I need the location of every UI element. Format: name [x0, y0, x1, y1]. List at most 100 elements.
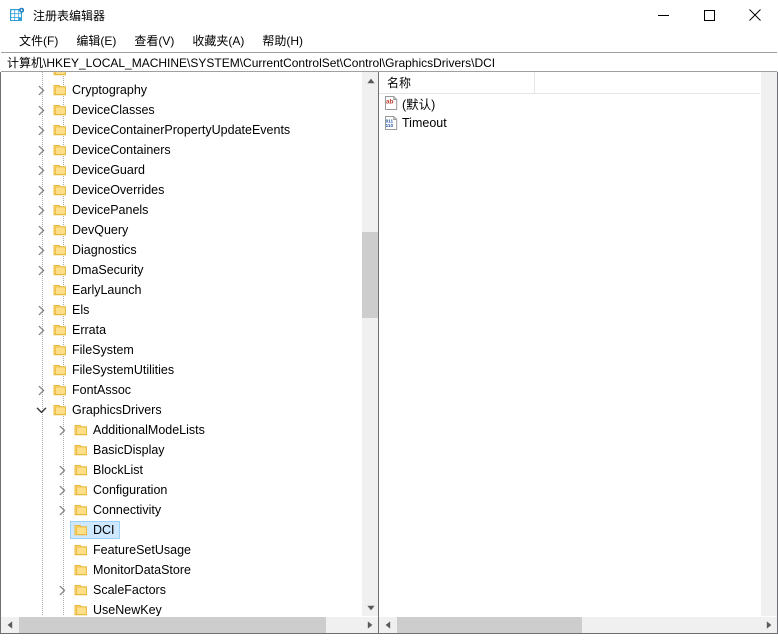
tree-item[interactable]: FileSystemUtilities [1, 360, 361, 380]
chevron-right-icon[interactable] [33, 262, 49, 278]
tree-item[interactable]: Els [1, 300, 361, 320]
tree-item-content[interactable]: DevQuery [49, 221, 133, 239]
tree-item[interactable]: DeviceOverrides [1, 180, 361, 200]
tree-item-content[interactable]: DeviceOverrides [49, 181, 169, 199]
chevron-right-icon[interactable] [33, 222, 49, 238]
tree-item-content[interactable]: DeviceContainerPropertyUpdateEvents [49, 121, 295, 139]
tree-item-content[interactable]: FeatureSetUsage [70, 541, 196, 559]
address-bar[interactable]: 计算机\HKEY_LOCAL_MACHINE\SYSTEM\CurrentCon… [1, 52, 777, 72]
chevron-right-icon[interactable] [33, 322, 49, 338]
tree-item[interactable]: AdditionalModeLists [1, 420, 361, 440]
tree-scroll-left-button[interactable] [1, 617, 18, 633]
chevron-right-icon[interactable] [33, 162, 49, 178]
list-scroll-left-button[interactable] [379, 617, 396, 633]
tree-item[interactable]: ScaleFactors [1, 580, 361, 600]
value-list-row[interactable]: ab(默认) [379, 93, 760, 113]
tree-item-content[interactable]: DCI [70, 521, 120, 539]
list-hscroll-thumb[interactable] [397, 617, 582, 633]
tree-item-content[interactable]: BlockList [70, 461, 148, 479]
menu-item-edit[interactable]: 编辑(E) [67, 30, 125, 52]
chevron-right-icon[interactable] [33, 182, 49, 198]
tree-item-content[interactable]: Configuration [70, 481, 172, 499]
chevron-right-icon[interactable] [54, 482, 70, 498]
chevron-right-icon[interactable] [54, 422, 70, 438]
chevron-down-icon[interactable] [33, 402, 49, 418]
address-path-text[interactable]: 计算机\HKEY_LOCAL_MACHINE\SYSTEM\CurrentCon… [1, 54, 495, 71]
column-header-spacer[interactable] [535, 72, 777, 93]
tree-item-content[interactable]: FileSystem [49, 341, 139, 359]
chevron-right-icon[interactable] [33, 202, 49, 218]
tree-item-content[interactable]: DeviceContainers [49, 141, 176, 159]
tree-item-content[interactable]: DeviceClasses [49, 101, 160, 119]
tree-item[interactable]: DeviceGuard [1, 160, 361, 180]
chevron-right-icon[interactable] [33, 122, 49, 138]
column-header-name[interactable]: 名称 [379, 72, 535, 93]
tree-item[interactable]: DevicePanels [1, 200, 361, 220]
tree-item[interactable]: DeviceContainers [1, 140, 361, 160]
tree-item[interactable]: BlockList [1, 460, 361, 480]
tree-item[interactable]: Errata [1, 320, 361, 340]
tree-item[interactable] [1, 72, 361, 80]
chevron-right-icon[interactable] [33, 302, 49, 318]
chevron-right-icon[interactable] [54, 462, 70, 478]
tree-item-content[interactable]: FontAssoc [49, 381, 136, 399]
tree-item-content[interactable]: DevicePanels [49, 201, 153, 219]
list-horizontal-scrollbar[interactable] [379, 616, 777, 633]
tree-scroll-right-button[interactable] [361, 617, 378, 633]
minimize-button[interactable] [640, 0, 686, 30]
tree-item-content[interactable]: Connectivity [70, 501, 166, 519]
tree-item-content[interactable]: DeviceGuard [49, 161, 150, 179]
tree-item[interactable]: DeviceContainerPropertyUpdateEvents [1, 120, 361, 140]
tree-item[interactable]: FontAssoc [1, 380, 361, 400]
chevron-right-icon[interactable] [33, 142, 49, 158]
tree-item[interactable]: FileSystem [1, 340, 361, 360]
tree-item-content[interactable]: MonitorDataStore [70, 561, 196, 579]
tree-scroll-up-button[interactable] [362, 72, 378, 89]
tree-item-content[interactable]: Cryptography [49, 81, 152, 99]
tree-hscroll-thumb[interactable] [19, 617, 326, 633]
tree-item[interactable]: FeatureSetUsage [1, 540, 361, 560]
tree-item-content[interactable]: GraphicsDrivers [49, 401, 167, 419]
tree-vertical-scrollbar[interactable] [361, 72, 378, 616]
tree-item-content[interactable]: ScaleFactors [70, 581, 171, 599]
chevron-right-icon[interactable] [54, 502, 70, 518]
tree-item-content[interactable]: AdditionalModeLists [70, 421, 210, 439]
tree-item-content[interactable] [49, 72, 77, 79]
tree-item-selected[interactable]: DCI [1, 520, 361, 540]
tree-item-content[interactable]: DmaSecurity [49, 261, 149, 279]
chevron-right-icon[interactable] [33, 102, 49, 118]
chevron-right-icon[interactable] [33, 242, 49, 258]
tree-item[interactable]: GraphicsDrivers [1, 400, 361, 420]
tree-item-content[interactable]: EarlyLaunch [49, 281, 147, 299]
tree-scroll-thumb[interactable] [362, 232, 378, 319]
tree-scroll-down-button[interactable] [362, 599, 378, 616]
tree-item-content[interactable]: BasicDisplay [70, 441, 170, 459]
tree-item[interactable]: Configuration [1, 480, 361, 500]
tree-item[interactable]: MonitorDataStore [1, 560, 361, 580]
maximize-button[interactable] [686, 0, 732, 30]
tree-item[interactable]: Diagnostics [1, 240, 361, 260]
tree-item[interactable]: DevQuery [1, 220, 361, 240]
chevron-right-icon[interactable] [33, 82, 49, 98]
list-vertical-scrollbar[interactable] [760, 72, 777, 616]
list-scroll-right-button[interactable] [760, 617, 777, 633]
chevron-right-icon[interactable] [54, 582, 70, 598]
menu-item-file[interactable]: 文件(F) [10, 30, 67, 52]
tree-item[interactable]: EarlyLaunch [1, 280, 361, 300]
tree-item-content[interactable]: FileSystemUtilities [49, 361, 179, 379]
tree-horizontal-scrollbar[interactable] [1, 616, 378, 633]
menu-item-favorites[interactable]: 收藏夹(A) [183, 30, 253, 52]
tree-item-content[interactable]: Errata [49, 321, 111, 339]
close-button[interactable] [732, 0, 778, 30]
tree-item-content[interactable]: UseNewKey [70, 601, 167, 616]
menu-item-view[interactable]: 查看(V) [125, 30, 183, 52]
tree-item-content[interactable]: Diagnostics [49, 241, 142, 259]
chevron-right-icon[interactable] [33, 382, 49, 398]
tree-item[interactable]: DmaSecurity [1, 260, 361, 280]
tree-item[interactable]: Cryptography [1, 80, 361, 100]
value-list-row[interactable]: 011110Timeout [379, 113, 760, 133]
menu-item-help[interactable]: 帮助(H) [253, 30, 312, 52]
tree-item[interactable]: Connectivity [1, 500, 361, 520]
tree-item-content[interactable]: Els [49, 301, 94, 319]
tree-item[interactable]: DeviceClasses [1, 100, 361, 120]
